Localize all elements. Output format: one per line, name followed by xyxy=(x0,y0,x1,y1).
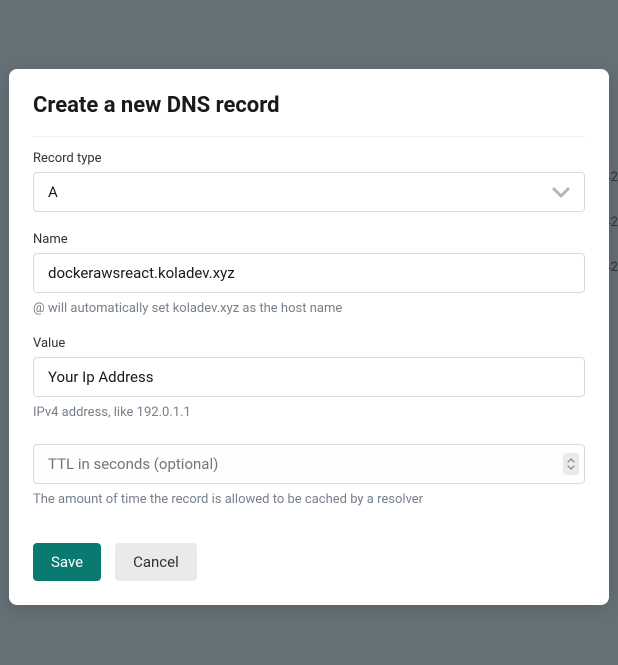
stepper-icon[interactable] xyxy=(563,453,579,475)
dns-record-modal: Create a new DNS record Record type A Na… xyxy=(9,69,609,605)
record-type-field: Record type A xyxy=(33,151,585,212)
modal-actions: Save Cancel xyxy=(33,543,585,581)
record-type-label: Record type xyxy=(33,151,585,166)
value-label: Value xyxy=(33,336,585,351)
name-input[interactable] xyxy=(33,253,585,293)
save-button[interactable]: Save xyxy=(33,543,101,581)
name-label: Name xyxy=(33,232,585,247)
value-field: Value IPv4 address, like 192.0.1.1 xyxy=(33,336,585,420)
modal-title: Create a new DNS record xyxy=(33,93,585,137)
ttl-input[interactable] xyxy=(33,444,585,484)
name-helper: @ will automatically set koladev.xyz as … xyxy=(33,301,585,316)
name-field: Name @ will automatically set koladev.xy… xyxy=(33,232,585,316)
cancel-button[interactable]: Cancel xyxy=(115,543,197,581)
ttl-field: The amount of time the record is allowed… xyxy=(33,444,585,507)
record-type-select[interactable]: A xyxy=(33,172,585,212)
value-helper: IPv4 address, like 192.0.1.1 xyxy=(33,405,585,420)
value-input[interactable] xyxy=(33,357,585,397)
ttl-helper: The amount of time the record is allowed… xyxy=(33,492,585,507)
